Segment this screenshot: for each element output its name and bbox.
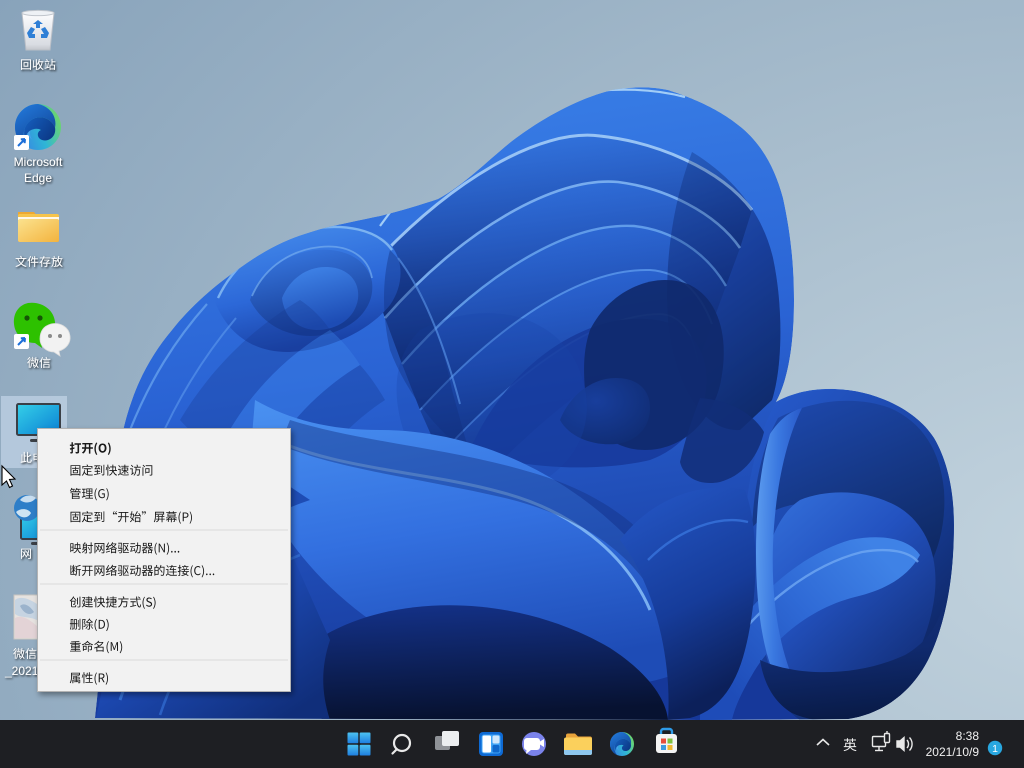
svg-text:Edge: Edge	[24, 171, 52, 185]
svg-text:_2021: _2021	[4, 664, 39, 678]
svg-text:Microsoft: Microsoft	[14, 155, 63, 169]
svg-text:2021/10/9: 2021/10/9	[926, 745, 980, 759]
svg-text:8:38: 8:38	[956, 729, 980, 743]
svg-text:1: 1	[992, 743, 998, 755]
